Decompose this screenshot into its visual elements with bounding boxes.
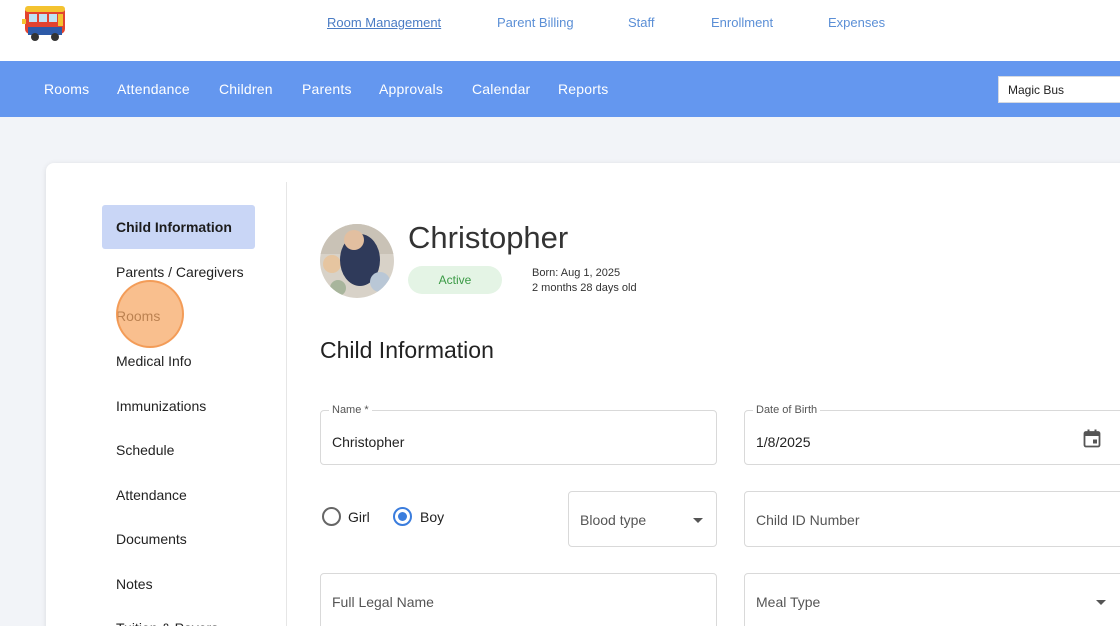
date-of-birth-label: Date of Birth xyxy=(753,404,821,416)
sidebar-item-documents[interactable]: Documents xyxy=(102,517,255,561)
full-legal-name-input[interactable]: Full Legal Name xyxy=(320,573,717,626)
nav-item-reports[interactable]: Reports xyxy=(558,81,608,97)
blood-type-placeholder: Blood type xyxy=(580,512,647,528)
sidebar-item-child-information[interactable]: Child Information xyxy=(102,205,255,249)
sidebar-item-medical-info[interactable]: Medical Info xyxy=(102,339,255,383)
meal-type-select[interactable]: Meal Type xyxy=(744,573,1120,626)
blood-type-select[interactable]: Blood type xyxy=(568,491,717,547)
nav-item-parents[interactable]: Parents xyxy=(302,81,352,97)
date-of-birth-value: 1/8/2025 xyxy=(756,434,811,450)
name-value: Christopher xyxy=(332,434,405,450)
child-id-number-placeholder: Child ID Number xyxy=(756,512,860,528)
sidebar-item-immunizations[interactable]: Immunizations xyxy=(102,384,255,428)
top-link-room-management[interactable]: Room Management xyxy=(327,15,441,30)
nav-item-rooms[interactable]: Rooms xyxy=(44,81,89,97)
boy-radio[interactable] xyxy=(393,507,412,526)
age-text: 2 months 28 days old xyxy=(532,282,637,294)
top-links: Room Management Parent Billing Staff Enr… xyxy=(0,15,1120,35)
top-link-staff[interactable]: Staff xyxy=(628,15,655,30)
nav-item-attendance[interactable]: Attendance xyxy=(117,81,190,97)
main-nav: Rooms Attendance Children Parents Approv… xyxy=(0,61,1120,117)
top-link-parent-billing[interactable]: Parent Billing xyxy=(497,15,574,30)
nav-item-approvals[interactable]: Approvals xyxy=(379,81,443,97)
boy-radio-label[interactable]: Boy xyxy=(420,509,444,525)
child-name: Christopher xyxy=(408,220,569,255)
full-legal-name-placeholder: Full Legal Name xyxy=(332,594,434,610)
name-label: Name * xyxy=(329,404,372,416)
chevron-down-icon xyxy=(1096,600,1106,605)
section-title: Child Information xyxy=(320,337,494,363)
nav-item-children[interactable]: Children xyxy=(219,81,273,97)
nav-item-calendar[interactable]: Calendar xyxy=(472,81,530,97)
girl-radio-label[interactable]: Girl xyxy=(348,509,370,525)
top-link-expenses[interactable]: Expenses xyxy=(828,15,885,30)
name-field[interactable]: Name * Christopher xyxy=(320,404,717,465)
sidebar-item-tuition-payers[interactable]: Tuition & Payers xyxy=(102,606,255,626)
sidebar-item-schedule[interactable]: Schedule xyxy=(102,428,255,472)
sidebar-item-attendance[interactable]: Attendance xyxy=(102,473,255,517)
sidebar-divider xyxy=(286,182,287,626)
child-avatar xyxy=(320,224,394,298)
girl-radio[interactable] xyxy=(322,507,341,526)
sidebar-item-parents-caregivers[interactable]: Parents / Caregivers xyxy=(102,250,255,294)
calendar-icon[interactable] xyxy=(1083,429,1101,453)
sidebar-item-notes[interactable]: Notes xyxy=(102,562,255,606)
date-of-birth-field[interactable]: Date of Birth 1/8/2025 xyxy=(744,404,1120,465)
top-header: Room Management Parent Billing Staff Enr… xyxy=(0,0,1120,61)
chevron-down-icon xyxy=(693,518,703,523)
sidebar-item-rooms[interactable]: Rooms xyxy=(102,294,255,338)
school-select[interactable]: Magic Bus xyxy=(998,76,1120,103)
status-badge: Active xyxy=(408,266,502,294)
top-link-enrollment[interactable]: Enrollment xyxy=(711,15,773,30)
child-id-number-input[interactable]: Child ID Number xyxy=(744,491,1120,547)
meal-type-placeholder: Meal Type xyxy=(756,594,821,610)
birth-date-text: Born: Aug 1, 2025 xyxy=(532,267,621,279)
